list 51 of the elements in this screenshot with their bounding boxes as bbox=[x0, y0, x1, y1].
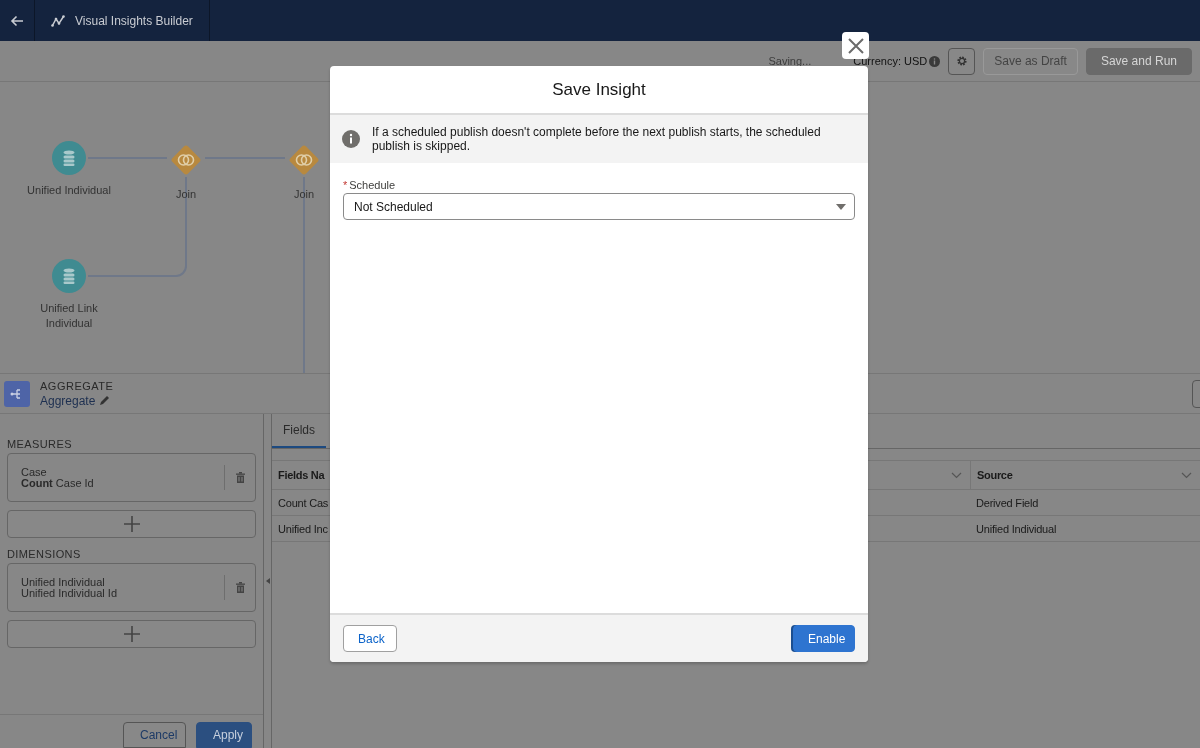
aggregate-icon bbox=[4, 380, 30, 407]
trash-icon[interactable] bbox=[235, 472, 245, 483]
close-icon bbox=[847, 37, 864, 54]
info-icon[interactable] bbox=[929, 55, 941, 67]
table-cell-text: Count Cas bbox=[277, 496, 330, 509]
apply-button[interactable]: Apply bbox=[196, 722, 252, 748]
required-mark: * bbox=[343, 179, 348, 191]
collapse-arrow-icon[interactable] bbox=[265, 578, 270, 584]
enable-button[interactable]: Enable bbox=[793, 625, 855, 652]
field-card[interactable]: Unified Individual Unified Individual Id bbox=[7, 563, 256, 612]
settings-icon bbox=[955, 55, 968, 67]
line-chart-icon bbox=[51, 14, 65, 27]
info-icon bbox=[342, 130, 360, 148]
close-button[interactable] bbox=[842, 32, 869, 59]
add-dimension-button[interactable] bbox=[7, 620, 256, 648]
tab[interactable]: Fields bbox=[272, 414, 326, 448]
dropdown-arrow-icon bbox=[836, 203, 846, 210]
plus-icon bbox=[122, 515, 141, 533]
table-cell-text: Unified Inc bbox=[277, 522, 329, 535]
table-cell-text: Derived Field bbox=[975, 496, 1040, 509]
settings-button[interactable] bbox=[948, 47, 976, 75]
cancel-button[interactable]: Cancel bbox=[123, 722, 186, 748]
node-name: Aggregate bbox=[40, 393, 96, 408]
field-card-text: Case Count Case Id bbox=[21, 466, 95, 489]
table-cell-text: Unified Individual bbox=[975, 522, 1058, 535]
section-heading: MEASURES bbox=[7, 438, 73, 450]
node-type-label: AGGREGATE bbox=[40, 379, 114, 392]
app-title: Visual Insights Builder bbox=[75, 13, 193, 28]
plus-icon bbox=[122, 625, 141, 643]
back-button[interactable]: Back bbox=[343, 625, 397, 652]
field-label: Schedule bbox=[349, 179, 396, 191]
node-label: Unified Individual bbox=[26, 183, 112, 198]
schedule-select[interactable]: Not Scheduled bbox=[343, 193, 855, 220]
column-header: Fields Na bbox=[278, 469, 325, 481]
notice-text: If a scheduled publish doesn't complete before the next publish starts, the scheduled publish is skipped. bbox=[372, 125, 822, 153]
trash-icon[interactable] bbox=[235, 582, 245, 593]
chevron-down-icon[interactable] bbox=[1181, 471, 1192, 479]
node-label: Join bbox=[292, 187, 316, 202]
database-icon bbox=[52, 259, 86, 293]
saving-status: Saving... bbox=[768, 55, 812, 67]
database-icon bbox=[52, 141, 86, 175]
back-arrow-icon[interactable] bbox=[10, 14, 24, 27]
column-header: Source bbox=[977, 469, 1013, 481]
field-card-text: Unified Individual Unified Individual Id bbox=[21, 576, 118, 599]
field-card[interactable]: Case Count Case Id bbox=[7, 453, 256, 502]
pencil-icon[interactable] bbox=[99, 395, 111, 406]
node-label: Unified Link Individual bbox=[39, 301, 99, 331]
chevron-down-icon[interactable] bbox=[951, 471, 962, 479]
add-measure-button[interactable] bbox=[7, 510, 256, 538]
node-label: Join bbox=[174, 187, 198, 202]
section-heading: DIMENSIONS bbox=[7, 548, 82, 560]
